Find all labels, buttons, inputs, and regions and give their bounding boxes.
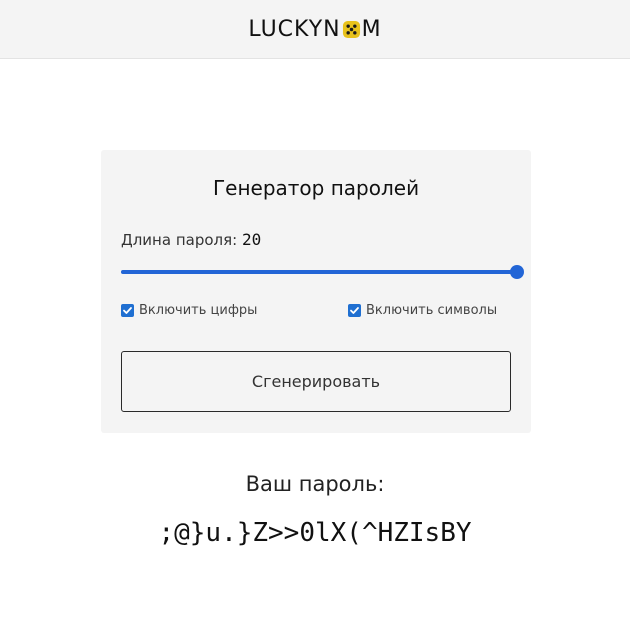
password-length-label: Длина пароля: [121,231,238,249]
include-digits-checkbox[interactable] [121,304,134,317]
slider-thumb[interactable] [510,265,524,279]
site-header: LUCKYN M [0,0,630,59]
checkmark-icon [123,307,132,314]
include-symbols-option[interactable]: Включить символы [348,303,497,318]
dice-icon [342,20,360,38]
site-logo[interactable]: LUCKYN M [248,17,381,42]
password-length-value: 20 [241,230,262,249]
generate-button[interactable]: Сгенерировать [121,351,511,412]
include-digits-option[interactable]: Включить цифры [121,303,257,318]
generated-password: ;@}u.}Z>>0lX(^HZIsBY [158,518,472,548]
slider-fill [121,270,517,274]
include-digits-label[interactable]: Включить цифры [139,303,257,318]
checkmark-icon [350,307,359,314]
logo-text-left: LUCKYN [248,16,341,42]
password-generator-card: Генератор паролей Длина пароля: 20 Включ… [101,150,531,433]
password-length-slider[interactable] [121,263,524,281]
include-symbols-checkbox[interactable] [348,304,361,317]
logo-text-right: M [361,16,382,42]
include-symbols-label[interactable]: Включить символы [366,303,497,318]
result-label: Ваш пароль: [245,472,385,496]
password-length-row: Длина пароля: 20 [121,230,261,249]
card-title: Генератор паролей [212,176,420,200]
